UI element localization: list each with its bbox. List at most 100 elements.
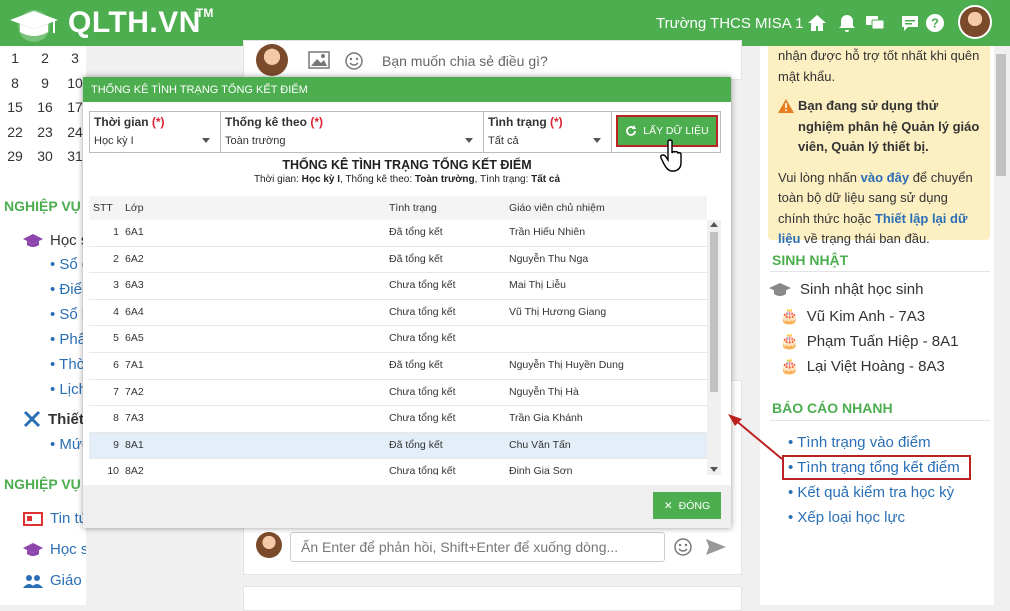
news-icon [23,511,43,526]
submenu-item[interactable]: • Lịch [50,381,86,398]
school-name[interactable]: Trường THCS MISA 1 [656,15,803,32]
table-scrollbar-thumb[interactable] [710,232,718,392]
report-sub-value: Toàn trường [414,174,475,185]
warning-icon [778,99,794,113]
hand-cursor-icon [660,139,682,172]
notice-panel: nhận được hỗ trợ tốt nhất khi quên mật k… [768,46,990,246]
cell-teacher: Mai Thị Liễu [509,279,567,292]
message-icon[interactable] [899,12,921,34]
submenu-label: Thời khóa biểu [59,356,86,373]
calendar-day[interactable]: 23 [30,124,60,140]
cell-teacher: Đinh Gia Sơn [509,465,573,475]
chat-bubbles-icon[interactable] [864,12,886,34]
chevron-down-icon [593,138,601,143]
convert-data-link[interactable]: vào đây [861,170,909,185]
brand-logo-text[interactable]: QLTH.VN [68,6,201,40]
reply-emoji-icon[interactable] [673,537,693,557]
table-row[interactable]: 2 6A2 Đã tổng kết Nguyễn Thu Nga [89,246,707,274]
cell-status: Đã tổng kết [389,226,443,238]
warning-text: về trạng thái ban đầu. [804,231,930,246]
close-button[interactable]: ✕ ĐÓNG [653,492,721,519]
send-icon[interactable] [705,537,727,557]
menu-item-tin-tuc[interactable]: Tin tức [22,510,86,527]
calendar-day[interactable]: 29 [0,148,30,164]
submenu-item[interactable]: • Phân quyền [50,331,86,348]
submenu-item[interactable]: • Điểm danh [50,281,86,298]
calendar-day[interactable]: 15 [0,99,30,115]
menu-item-giao-vien[interactable]: Giáo viên [22,572,86,589]
calendar-day[interactable]: 30 [30,148,60,164]
stats-modal: THỐNG KÊ TÌNH TRẠNG TỔNG KẾT ĐIỂM Thời g… [83,77,731,528]
menu-item-hoc-sinh[interactable]: Học sinh [22,541,86,558]
post-composer[interactable]: Bạn muốn chia sẻ điều gì? [243,40,742,80]
birthday-item[interactable]: 🎂 Lại Việt Hoàng - 8A3 [780,357,945,376]
submenu-label: Mức [59,436,86,453]
submenu-label: Điểm danh [59,281,86,298]
table-row[interactable]: 5 6A5 Chưa tổng kết [89,326,707,353]
menu-group-thiet-lap[interactable]: Thiết lập [22,410,86,428]
table-row[interactable]: 8 7A3 Chưa tổng kết Trần Gia Khánh [89,406,707,433]
table-row[interactable]: 1 6A1 Đã tổng kết Trần Hiếu Nhiên [89,220,707,247]
teachers-icon [23,574,43,588]
table-row[interactable]: 7 7A2 Chưa tổng kết Nguyễn Thị Hà [89,379,707,407]
page-scrollbar-thumb[interactable] [996,54,1006,176]
report-subtitle: Thời gian: Học kỳ I, Thống kê theo: Toàn… [83,174,731,185]
composer-placeholder[interactable]: Bạn muốn chia sẻ điều gì? [382,53,548,69]
quick-link-label: Kết quả kiểm tra học kỳ [797,484,955,501]
quick-link-label: Tình trạng vào điểm [797,434,931,451]
graduation-cap-icon [769,282,791,296]
quick-link[interactable]: • Tình trạng vào điểm [788,434,931,451]
menu-group-label: Thiết lập [48,410,86,428]
menu-item-label: Tin tức [50,510,86,527]
table-row[interactable]: 9 8A1 Đã tổng kết Chu Văn Tấn [89,432,707,460]
cell-teacher: Chu Văn Tấn [509,438,571,451]
calendar-day[interactable]: 8 [0,75,30,91]
submenu-item[interactable]: • Sổ liên lạc [50,306,86,323]
submenu-item[interactable]: • Thời khóa biểu [50,356,86,373]
birthday-item[interactable]: 🎂 Vũ Kim Anh - 7A3 [780,307,925,326]
calendar-day[interactable]: 3 [60,50,86,66]
reply-input[interactable]: Ấn Enter để phản hồi, Shift+Enter để xuố… [290,532,665,562]
table-row[interactable]: 3 6A3 Chưa tổng kết Mai Thị Liễu [89,273,707,300]
submenu-label: Lịch [59,381,86,398]
menu-group-hoc-sinh[interactable]: Học sinh [22,232,86,249]
warning-title: Bạn đang sử dụng thử nghiệm phân hệ Quản… [798,98,980,154]
table-row[interactable]: 4 6A4 Chưa tổng kết Vũ Thị Hương Giang [89,299,707,327]
cell-teacher: Trần Gia Khánh [509,412,583,425]
calendar-day[interactable]: 2 [30,50,60,66]
user-avatar[interactable] [958,5,992,39]
cake-icon: 🎂 [780,358,799,375]
submenu-item[interactable]: • Mức [50,436,86,453]
filter-time[interactable]: Thời gian (*) Học kỳ I [90,112,221,152]
menu-group-label: Học sinh [50,232,86,249]
scroll-down-arrow-icon[interactable] [710,467,718,472]
notice-text: nhận được hỗ trợ tốt nhất khi quên mật k… [778,48,980,84]
help-icon[interactable]: ? [924,12,946,34]
calendar-day[interactable]: 9 [30,75,60,91]
table-row[interactable]: 6 7A1 Đã tổng kết Nguyễn Thị Huyền Dung [89,352,707,380]
modal-title: THỐNG KÊ TÌNH TRẠNG TỔNG KẾT ĐIỂM [83,77,731,102]
close-label: ĐÓNG [678,499,711,512]
quick-link[interactable]: • Kết quả kiểm tra học kỳ [788,484,954,501]
table-row[interactable]: 10 8A2 Chưa tổng kết Đinh Gia Sơn [89,459,707,475]
tools-icon [23,410,41,428]
home-icon[interactable] [806,12,828,34]
filter-group-by[interactable]: Thống kê theo (*) Toàn trường [221,112,484,152]
cell-status: Đã tổng kết [389,252,443,265]
section-heading-nghiep-vu-tong-hop: NGHIỆP VỤ TỔNG HỢP [4,198,86,214]
calendar-day[interactable]: 1 [0,50,30,66]
image-upload-icon[interactable] [308,51,330,69]
submenu-item[interactable]: • Sổ điểm [50,256,86,273]
filter-status[interactable]: Tình trạng (*) Tất cả [484,112,612,152]
birthday-item[interactable]: 🎂 Phạm Tuấn Hiệp - 8A1 [780,332,958,351]
emoji-icon[interactable] [344,51,364,71]
calendar-day[interactable]: 16 [30,99,60,115]
cell-stt: 10 [107,465,119,475]
quick-link-label: Xếp loại học lực [797,509,906,526]
calendar-day[interactable]: 22 [0,124,30,140]
cake-icon: 🎂 [780,308,799,325]
chevron-down-icon [465,138,473,143]
quick-link[interactable]: • Xếp loại học lực [788,509,905,526]
bell-icon[interactable] [836,12,858,34]
scroll-up-arrow-icon[interactable] [710,222,718,227]
